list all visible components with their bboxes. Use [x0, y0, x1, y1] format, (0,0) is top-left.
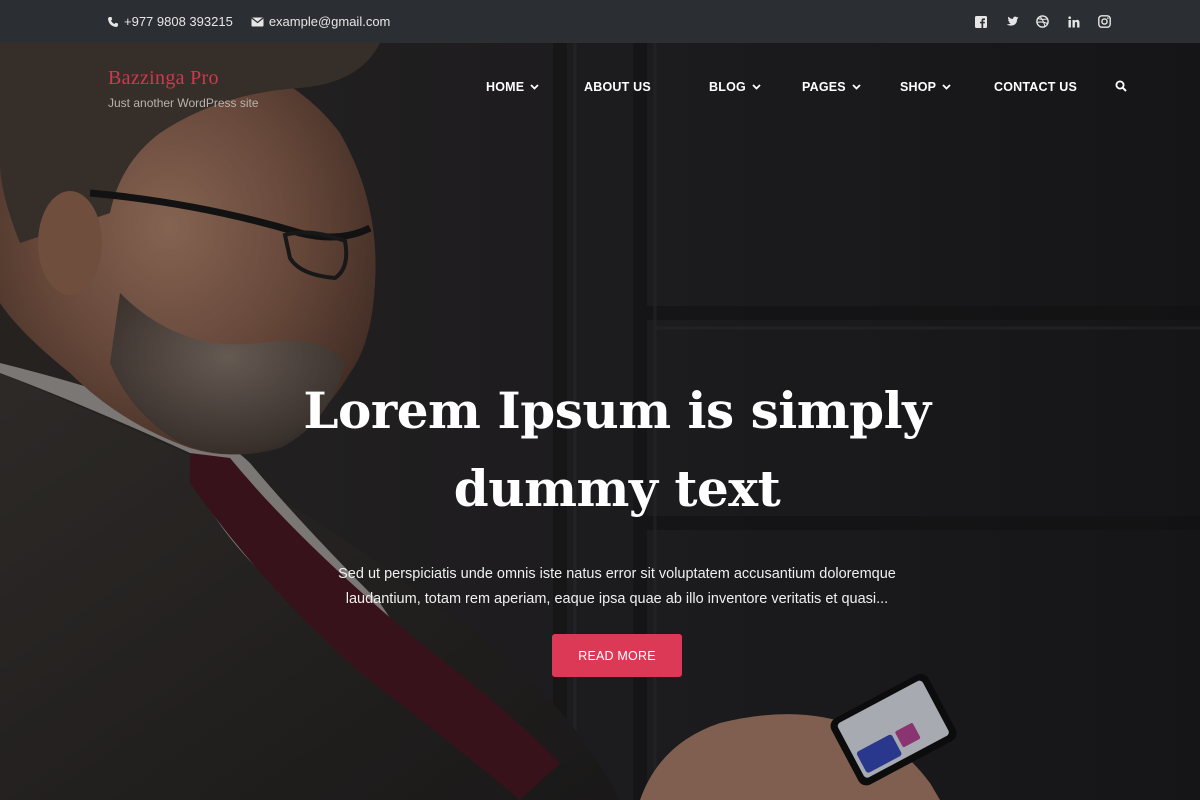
nav-item-label: ABOUT US [584, 80, 651, 94]
dribbble-icon[interactable] [1035, 14, 1050, 29]
nav-item-contact[interactable]: CONTACT US [994, 80, 1077, 94]
top-bar: +977 9808 393215 example@gmail.com [0, 0, 1200, 43]
chevron-down-icon [852, 84, 861, 90]
instagram-icon[interactable] [1097, 14, 1112, 29]
phone-icon [107, 16, 119, 28]
twitter-icon[interactable] [1004, 14, 1019, 29]
nav-item-about[interactable]: ABOUT US [584, 80, 651, 94]
social-links [973, 0, 1112, 43]
hero-headline-line-1: Lorem Ipsum is simply [303, 381, 931, 440]
linkedin-icon[interactable] [1066, 14, 1081, 29]
search-button[interactable] [1115, 80, 1127, 92]
main-navigation: HOME ABOUT US BLOG PAGES SHOP CONTACT US [0, 80, 1200, 100]
search-icon [1115, 80, 1127, 92]
nav-item-pages[interactable]: PAGES [802, 80, 861, 94]
nav-item-label: CONTACT US [994, 80, 1078, 94]
nav-item-shop[interactable]: SHOP [900, 80, 951, 94]
nav-item-label: BLOG [709, 80, 746, 94]
nav-item-blog[interactable]: BLOG [709, 80, 761, 94]
nav-item-home[interactable]: HOME [486, 80, 539, 94]
hero-description-line-1: Sed ut perspiciatis unde omnis iste natu… [338, 566, 896, 582]
email-contact[interactable]: example@gmail.com [251, 14, 391, 29]
nav-item-label: SHOP [900, 80, 937, 94]
email-address: example@gmail.com [268, 14, 391, 29]
chevron-down-icon [752, 84, 761, 90]
read-more-button[interactable]: READ MORE [552, 634, 682, 677]
contact-info: +977 9808 393215 example@gmail.com [107, 0, 390, 43]
hero-headline-line-2: dummy text [453, 459, 781, 518]
facebook-icon[interactable] [973, 14, 988, 29]
nav-item-label: PAGES [802, 80, 846, 94]
hero-headline: Lorem Ipsum is simply dummy text [250, 372, 984, 528]
phone-number: +977 9808 393215 [124, 14, 233, 29]
hero-section: Bazzinga Pro Just another WordPress site… [0, 43, 1200, 800]
hero-description-line-2: laudantium, totam rem aperiam, eaque ips… [345, 591, 889, 607]
chevron-down-icon [942, 84, 951, 90]
envelope-icon [251, 17, 264, 27]
phone-contact[interactable]: +977 9808 393215 [107, 14, 233, 29]
chevron-down-icon [530, 84, 539, 90]
hero-description: Sed ut perspiciatis unde omnis iste natu… [280, 562, 954, 612]
nav-item-label: HOME [486, 80, 525, 94]
